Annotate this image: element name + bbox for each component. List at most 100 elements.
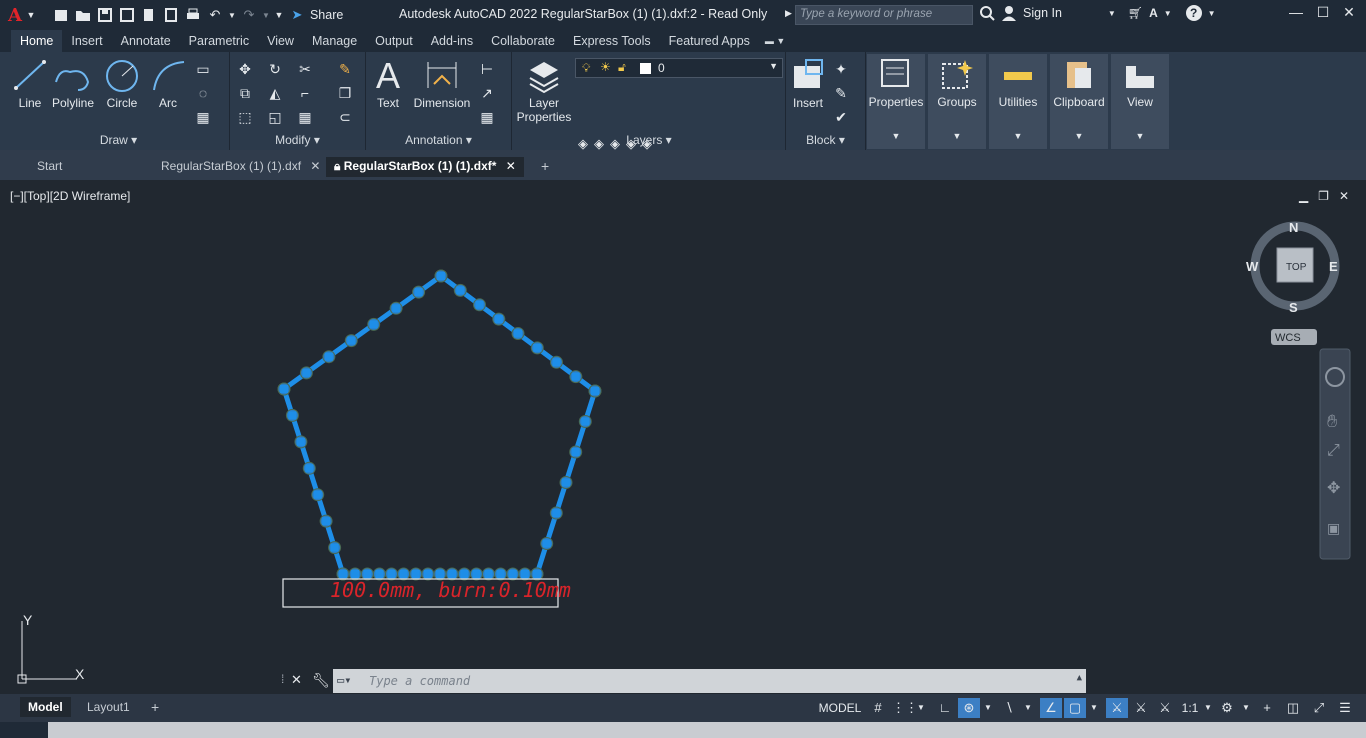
tab-file-1[interactable]: RegularStarBox (1) (1).dxf ✕ — [153, 157, 328, 177]
grip-square[interactable] — [472, 570, 481, 578]
stretch-icon[interactable]: ⬚ — [236, 108, 254, 126]
command-input[interactable]: Type a command — [369, 674, 470, 688]
snap-icon[interactable]: ⋮⋮ — [892, 698, 918, 718]
grip-square[interactable] — [280, 385, 288, 393]
new-tab-button[interactable]: + — [533, 157, 557, 177]
command-history-icon[interactable]: ▲ — [1077, 673, 1082, 683]
showmotion-icon[interactable]: ▣ — [1327, 520, 1340, 536]
tab-file-2[interactable]: 🔒︎ RegularStarBox (1) (1).dxf* ✕ — [326, 157, 524, 177]
grip-square[interactable] — [322, 517, 331, 526]
search-icon[interactable] — [979, 5, 995, 21]
share-button[interactable]: Share — [310, 8, 343, 22]
grip-square[interactable] — [347, 336, 356, 345]
grip-square[interactable] — [520, 570, 529, 578]
tab-add-ins[interactable]: Add-ins — [422, 30, 482, 52]
clipboard-panel-button[interactable]: Clipboard ▼ — [1050, 54, 1108, 149]
line-tool[interactable]: Line — [12, 56, 48, 110]
title-expand-arrow-icon[interactable]: ▶ — [785, 8, 792, 19]
grip-square[interactable] — [460, 570, 469, 578]
workspace-gear-icon[interactable]: ⚙ — [1216, 698, 1238, 718]
orbit-icon[interactable]: ✥ — [1327, 480, 1340, 497]
tab-featured-apps[interactable]: Featured Apps — [660, 30, 759, 52]
layer-properties-button[interactable]: Layer Properties — [514, 56, 574, 124]
grip-square[interactable] — [399, 570, 408, 578]
tab-express-tools[interactable]: Express Tools — [564, 30, 660, 52]
command-line-customize-icon[interactable]: 🔧︎ — [312, 672, 330, 689]
undo-dropdown-icon[interactable]: ▼ — [228, 6, 236, 24]
customization-menu-icon[interactable]: ☰ — [1334, 698, 1356, 718]
plot-icon[interactable] — [184, 6, 202, 24]
create-block-icon[interactable]: ✦ — [832, 60, 850, 78]
arc-tool[interactable]: Arc — [146, 56, 190, 110]
grip-square[interactable] — [436, 570, 444, 578]
utilities-panel-button[interactable]: Utilities ▼ — [989, 54, 1047, 149]
array-icon[interactable]: ▦ — [296, 108, 314, 126]
viewcube-west-label[interactable]: W — [1246, 259, 1259, 274]
tab-start[interactable]: Start — [29, 157, 70, 177]
clean-screen-icon[interactable]: ⤢ — [1308, 698, 1330, 718]
grip-square[interactable] — [448, 570, 457, 578]
command-line-handle[interactable]: ⁞ — [281, 672, 284, 686]
open-from-web-icon[interactable] — [140, 6, 158, 24]
viewcube-face-label[interactable]: TOP — [1286, 262, 1307, 273]
tab-view[interactable]: View — [258, 30, 303, 52]
grid-icon[interactable]: # — [868, 698, 888, 718]
edit-block-icon[interactable]: ✎ — [832, 84, 850, 102]
app-menu-chevron-icon[interactable]: ▼ — [26, 6, 36, 24]
grip-square[interactable] — [571, 372, 580, 381]
trim-icon[interactable]: ✂ — [296, 60, 314, 78]
explode-icon[interactable]: ❐ — [336, 84, 354, 102]
gradient-icon[interactable]: ▦ — [194, 108, 212, 126]
grip-square[interactable] — [414, 288, 423, 297]
multileader-icon[interactable]: ↗ — [478, 84, 496, 102]
drawing-viewport[interactable]: [−][Top][2D Wireframe] ▁ ❐ ✕ 100.0mm, bu… — [7, 181, 1359, 694]
viewcube-east-label[interactable]: E — [1329, 259, 1338, 274]
rectangle-icon[interactable]: ▭ — [194, 60, 212, 78]
undo-icon[interactable]: ↶ — [206, 6, 224, 24]
share-icon[interactable]: ➤ — [288, 6, 306, 24]
selected-pentagon[interactable] — [277, 269, 602, 581]
ribbon-minimize-toggle-icon[interactable]: ▬ ▼ — [759, 30, 791, 52]
grip-square[interactable] — [313, 490, 322, 499]
scale-dropdown-icon[interactable]: ▼ — [1202, 698, 1214, 718]
move-icon[interactable]: ✥ — [236, 60, 254, 78]
sign-in-button[interactable]: Sign In — [1023, 6, 1062, 20]
sign-in-dropdown-icon[interactable]: ▼ — [1108, 9, 1116, 18]
block-attribute-icon[interactable]: ✔ — [832, 108, 850, 126]
snap-dropdown-icon[interactable]: ▼ — [915, 698, 927, 718]
viewcube-north-label[interactable]: N — [1289, 220, 1298, 235]
tab-output[interactable]: Output — [366, 30, 422, 52]
annotation-scale-icon[interactable]: ⚔ — [1154, 698, 1176, 718]
autocad-logo-icon[interactable]: A — [8, 5, 22, 26]
minimize-window-button[interactable]: — — [1285, 4, 1307, 24]
wcs-dropdown[interactable]: WCS — [1271, 329, 1317, 345]
customize-qat-icon[interactable]: ▼ — [274, 6, 284, 24]
tab-model[interactable]: Model — [20, 697, 71, 717]
save-icon[interactable] — [96, 6, 114, 24]
hatch-icon[interactable]: ◌ — [194, 84, 212, 102]
isolate-objects-icon[interactable]: ◫ — [1282, 698, 1304, 718]
block-panel-title[interactable]: Block ▾ — [786, 133, 865, 147]
grip-square[interactable] — [423, 570, 432, 578]
view-panel-button[interactable]: View ▼ — [1111, 54, 1169, 149]
new-file-icon[interactable] — [52, 6, 70, 24]
polar-tracking-icon[interactable]: ⊛ — [958, 698, 980, 718]
scale-icon[interactable]: ◱ — [266, 108, 284, 126]
grip-square[interactable] — [508, 570, 517, 578]
tab-home[interactable]: Home — [11, 30, 63, 52]
help-icon[interactable]: ? — [1185, 5, 1202, 21]
polar-dropdown-icon[interactable]: ▼ — [982, 698, 994, 718]
grip-square[interactable] — [387, 570, 396, 578]
grip-square[interactable] — [296, 437, 305, 446]
copy-icon[interactable]: ⧉ — [236, 84, 254, 102]
object-snap-icon[interactable]: ▢ — [1064, 698, 1086, 718]
text-tool[interactable]: A Text — [370, 56, 406, 111]
mirror-icon[interactable]: ◭ — [266, 84, 284, 102]
viewcube[interactable]: TOP N S E W — [1246, 220, 1340, 315]
pentagon-outline[interactable] — [281, 272, 598, 577]
search-input[interactable]: Type a keyword or phrase — [795, 5, 973, 25]
grip-square[interactable] — [475, 300, 484, 309]
grip-square[interactable] — [494, 315, 503, 324]
grip-square[interactable] — [571, 448, 580, 456]
grip-square[interactable] — [305, 464, 314, 473]
